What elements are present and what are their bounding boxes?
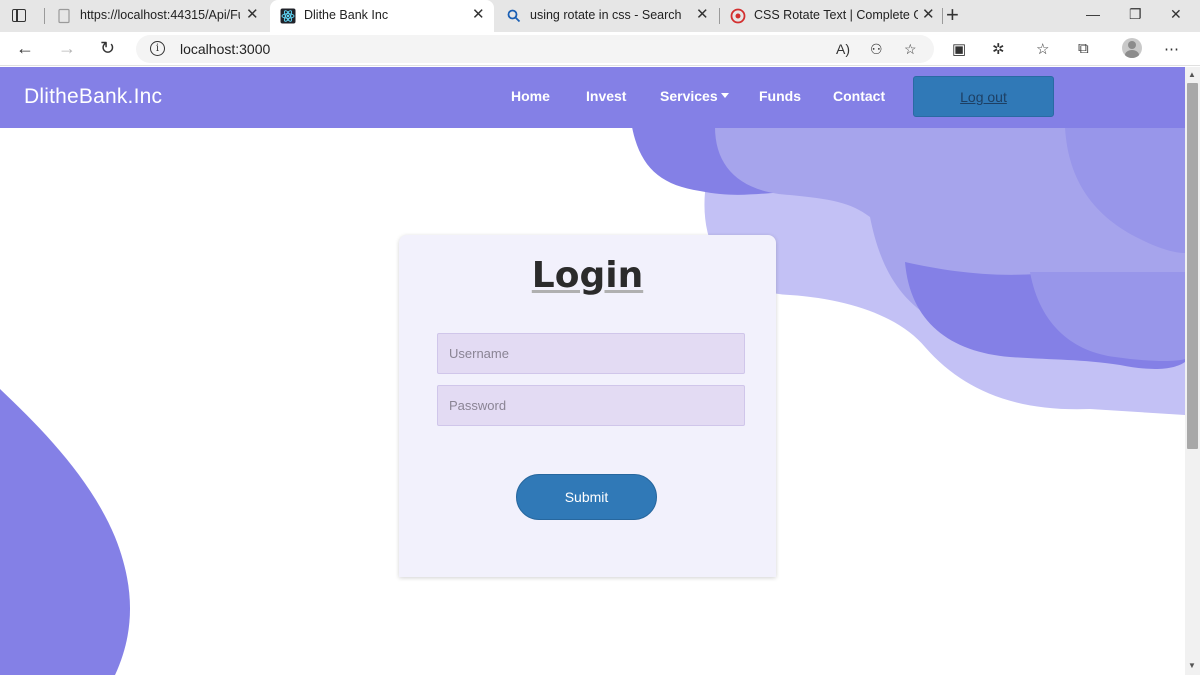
puzzle-icon[interactable]: ✲	[992, 40, 1005, 58]
tab-actions-icon[interactable]	[8, 6, 30, 26]
tab-title: CSS Rotate Text | Complete Guid	[754, 8, 918, 22]
new-tab-icon[interactable]: +	[946, 4, 959, 26]
address-field[interactable]: i localhost:3000 A) ⚇ ☆	[136, 35, 934, 63]
tab-title: using rotate in css - Search	[530, 8, 682, 22]
back-icon[interactable]: ←	[16, 38, 34, 58]
tab-separator	[942, 8, 943, 24]
browser-tab-strip: https://localhost:44315/Api/Func ✕ Dlith…	[0, 0, 1200, 32]
scrollbar-thumb[interactable]	[1187, 83, 1198, 449]
tab-css-rotate[interactable]: CSS Rotate Text | Complete Guid ✕	[720, 0, 942, 32]
nav-link-services[interactable]: Services	[660, 88, 729, 104]
restore-icon[interactable]: ❐	[1129, 6, 1142, 23]
close-icon[interactable]: ✕	[922, 7, 935, 23]
tab-separator	[44, 8, 45, 24]
nav-link-contact[interactable]: Contact	[833, 88, 885, 104]
minimize-icon[interactable]: —	[1086, 6, 1100, 22]
submit-button[interactable]: Submit	[516, 474, 657, 520]
password-input[interactable]	[437, 385, 745, 426]
address-url: localhost:3000	[180, 41, 271, 57]
account-icon[interactable]: ⚇	[870, 41, 883, 58]
login-card: Login Submit	[399, 235, 776, 577]
refresh-icon[interactable]: ↻	[100, 38, 115, 58]
brand-logo[interactable]: DlitheBank.Inc	[24, 85, 162, 109]
forward-icon[interactable]: →	[58, 38, 76, 58]
username-input[interactable]	[437, 333, 745, 374]
address-bar-row: ← → ↻ i localhost:3000 A) ⚇ ☆ ▣ ✲ ☆ ⧉ ⋯	[0, 32, 1200, 66]
caret-down-icon	[720, 92, 729, 98]
close-icon[interactable]: ✕	[696, 7, 709, 23]
nav-link-funds[interactable]: Funds	[759, 88, 801, 104]
site-logo-icon	[730, 8, 746, 24]
top-navbar: DlitheBank.Inc Home Invest Services Fund…	[0, 67, 1185, 128]
react-icon	[280, 8, 296, 24]
tab-bing-search[interactable]: using rotate in css - Search ✕	[496, 0, 718, 32]
tab-dlithe-bank[interactable]: Dlithe Bank Inc ✕	[270, 0, 494, 32]
scroll-down-icon[interactable]: ▼	[1188, 661, 1196, 670]
close-icon[interactable]: ✕	[472, 7, 485, 23]
login-title: Login	[531, 255, 644, 296]
favorite-add-icon[interactable]: ☆	[904, 41, 917, 58]
more-menu-icon[interactable]: ⋯	[1164, 40, 1179, 58]
search-icon	[507, 9, 521, 23]
scroll-up-icon[interactable]: ▲	[1188, 70, 1196, 79]
nav-link-services-label: Services	[660, 88, 718, 104]
window-close-icon[interactable]: ✕	[1170, 6, 1182, 23]
favorites-icon[interactable]: ☆	[1036, 40, 1049, 58]
profile-avatar[interactable]	[1122, 38, 1142, 58]
close-icon[interactable]: ✕	[246, 7, 259, 23]
logout-button[interactable]: Log out	[913, 76, 1054, 117]
extension-icon[interactable]: ▣	[952, 40, 966, 58]
page-icon	[58, 8, 70, 24]
tab-localhost-api[interactable]: https://localhost:44315/Api/Func ✕	[46, 0, 268, 32]
tab-title: Dlithe Bank Inc	[304, 8, 389, 22]
vertical-scrollbar[interactable]: ▲ ▼	[1185, 67, 1200, 675]
page-viewport: DlitheBank.Inc Home Invest Services Fund…	[0, 67, 1185, 675]
blob-bottom-left	[0, 389, 130, 675]
tab-title: https://localhost:44315/Api/Func	[80, 8, 240, 22]
collections-icon[interactable]: ⧉	[1078, 40, 1089, 57]
site-info-icon[interactable]: i	[150, 41, 165, 56]
nav-link-invest[interactable]: Invest	[586, 88, 626, 104]
nav-link-home[interactable]: Home	[511, 88, 550, 104]
read-aloud-icon[interactable]: A)	[836, 41, 850, 57]
